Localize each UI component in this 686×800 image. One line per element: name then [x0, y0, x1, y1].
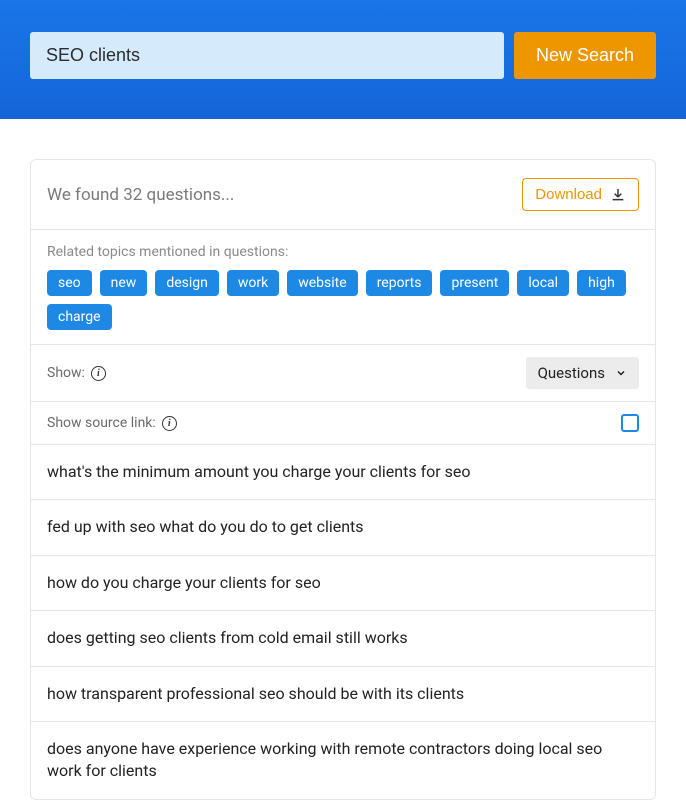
info-icon[interactable]: i — [162, 416, 177, 431]
question-row[interactable]: what's the minimum amount you charge you… — [31, 444, 655, 499]
show-dropdown[interactable]: Questions — [526, 357, 639, 389]
tag-high[interactable]: high — [577, 270, 626, 296]
header: New Search — [0, 0, 686, 119]
download-icon — [610, 187, 626, 203]
question-row[interactable]: does getting seo clients from cold email… — [31, 610, 655, 665]
tag-website[interactable]: website — [287, 270, 357, 296]
question-row[interactable]: how do you charge your clients for seo — [31, 555, 655, 610]
download-label: Download — [535, 186, 602, 203]
tag-seo[interactable]: seo — [47, 270, 92, 296]
show-row: Show: i Questions — [31, 344, 655, 401]
tag-reports[interactable]: reports — [366, 270, 433, 296]
tag-charge[interactable]: charge — [47, 304, 112, 330]
chevron-down-icon — [615, 367, 627, 379]
related-topics-section: Related topics mentioned in questions: s… — [31, 229, 655, 344]
source-link-checkbox[interactable] — [621, 414, 639, 432]
source-link-label: Show source link: i — [47, 415, 177, 431]
info-icon[interactable]: i — [91, 366, 106, 381]
card-header: We found 32 questions... Download — [31, 160, 655, 229]
search-input[interactable] — [30, 32, 504, 79]
tag-new[interactable]: new — [100, 270, 148, 296]
question-row[interactable]: fed up with seo what do you do to get cl… — [31, 499, 655, 554]
new-search-button[interactable]: New Search — [514, 32, 656, 79]
results-card: We found 32 questions... Download Relate… — [30, 159, 656, 800]
source-link-row: Show source link: i — [31, 401, 655, 444]
download-button[interactable]: Download — [522, 178, 639, 211]
tags-container: seonew design work website reports present loc… — [47, 270, 639, 330]
tag-work[interactable]: work — [227, 270, 279, 296]
questions-list: what's the minimum amount you charge you… — [31, 444, 655, 799]
show-label: Show: i — [47, 365, 106, 381]
question-row[interactable]: does anyone have experience working with… — [31, 721, 655, 799]
question-row[interactable]: how transparent professional seo should … — [31, 666, 655, 721]
dropdown-value: Questions — [538, 364, 605, 382]
tag-local[interactable]: local — [517, 270, 569, 296]
related-topics-label: Related topics mentioned in questions: — [47, 244, 639, 260]
main-container: We found 32 questions... Download Relate… — [0, 119, 686, 800]
tag-design[interactable]: design — [155, 270, 219, 296]
results-count: We found 32 questions... — [47, 185, 234, 205]
tag-present[interactable]: present — [440, 270, 509, 296]
